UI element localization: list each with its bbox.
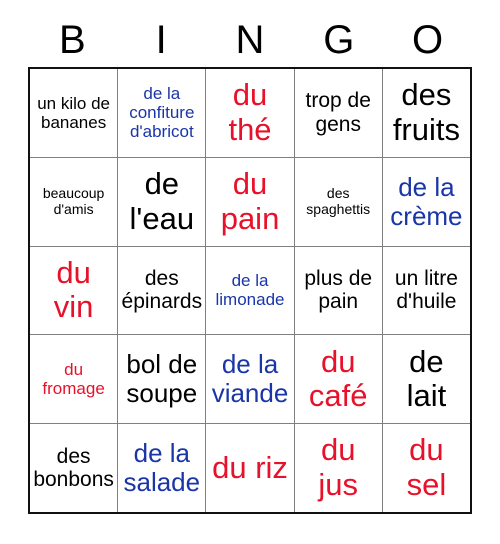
bingo-cell[interactable]: du jus (295, 424, 383, 512)
bingo-cell[interactable]: plus de pain (295, 246, 383, 335)
header-letter-b: B (59, 18, 86, 62)
bingo-cell-label: un kilo de bananes (37, 93, 110, 132)
bingo-cell[interactable]: de la crème (383, 158, 470, 246)
bingo-cell[interactable]: du riz (206, 424, 295, 512)
bingo-cell[interactable]: des épinards (118, 246, 207, 335)
bingo-cell[interactable]: de la salade (118, 424, 207, 512)
header-letter-n: N (235, 18, 265, 62)
bingo-row: du fromage bol de soupe de la viande du caf… (30, 335, 470, 425)
bingo-cell-label: de la limonade (215, 271, 285, 310)
bingo-cell[interactable]: trop de gens (295, 69, 383, 157)
bingo-row: des bonbons de la salade du riz du jus du se… (30, 424, 470, 512)
bingo-cell[interactable]: du café (295, 335, 383, 424)
bingo-cell[interactable]: de la confiture d'abricot (118, 69, 207, 157)
bingo-cell-label: du jus (318, 432, 359, 503)
bingo-cell-label: de l'eau (129, 165, 195, 236)
bingo-cell-label: un litre d'huile (394, 266, 458, 314)
bingo-cell-label: de la crème (390, 171, 463, 231)
bingo-row: beaucoup d'amis de l'eau du pain des spaghe… (30, 157, 470, 247)
bingo-cell[interactable]: un litre d'huile (383, 247, 470, 335)
header-letter-i: I (155, 18, 167, 62)
bingo-cell[interactable]: du fromage (30, 335, 119, 424)
bingo-cell[interactable]: des bonbons (30, 424, 119, 512)
bingo-cell-label: de lait (406, 343, 447, 414)
header-letter-g: G (323, 18, 355, 62)
bingo-cell[interactable]: du sel (383, 424, 470, 512)
bingo-cell[interactable]: de lait (383, 335, 470, 423)
bingo-cell-label: des épinards (121, 266, 203, 314)
bingo-grid: un kilo de bananes de la confiture d'abri… (28, 67, 472, 514)
bingo-cell-label: du thé (228, 77, 272, 147)
bingo-cell[interactable]: beaucoup d'amis (30, 157, 119, 246)
bingo-cell-label: du vin (53, 254, 94, 325)
bingo-cell-label: de la confiture d'abricot (129, 84, 195, 142)
bingo-cell-label: des bonbons (33, 444, 114, 492)
bingo-cell-label: du riz (212, 449, 288, 485)
bingo-cell[interactable]: du pain (206, 157, 295, 246)
bingo-cell[interactable]: de la viande (206, 335, 295, 424)
bingo-cell-label: plus de pain (304, 266, 373, 314)
bingo-row: un kilo de bananes de la confiture d'abri… (30, 69, 470, 158)
bingo-cell-label: de la salade (123, 437, 201, 498)
bingo-cell-label: bol de soupe (126, 349, 198, 409)
bingo-cell-label: du café (308, 343, 368, 414)
bingo-header: B I N G O (28, 16, 472, 64)
bingo-cell[interactable]: bol de soupe (118, 335, 207, 424)
bingo-cell-label: des fruits (392, 77, 460, 147)
bingo-cell-label: du sel (406, 432, 447, 503)
bingo-cell[interactable]: de l'eau (118, 157, 207, 246)
bingo-cell[interactable]: un kilo de bananes (30, 69, 119, 157)
bingo-cell[interactable]: du vin (30, 246, 119, 335)
bingo-cell-label: trop de gens (305, 89, 371, 136)
bingo-row: du vin des épinards de la limonade plus de … (30, 246, 470, 336)
bingo-cell-label: beaucoup d'amis (42, 185, 105, 217)
bingo-cell-label: de la viande (211, 349, 289, 409)
bingo-cell[interactable]: des spaghettis (295, 157, 383, 246)
bingo-cell-label: des spaghettis (306, 185, 371, 217)
bingo-card: B I N G O un kilo de bananes de la confit… (0, 0, 500, 544)
bingo-cell[interactable]: de la limonade (206, 246, 295, 335)
bingo-cell-label: du fromage (42, 360, 105, 399)
bingo-cell[interactable]: des fruits (383, 69, 470, 157)
bingo-cell-label: du pain (220, 165, 280, 236)
bingo-cell[interactable]: du thé (206, 69, 295, 157)
header-letter-o: O (412, 18, 444, 62)
